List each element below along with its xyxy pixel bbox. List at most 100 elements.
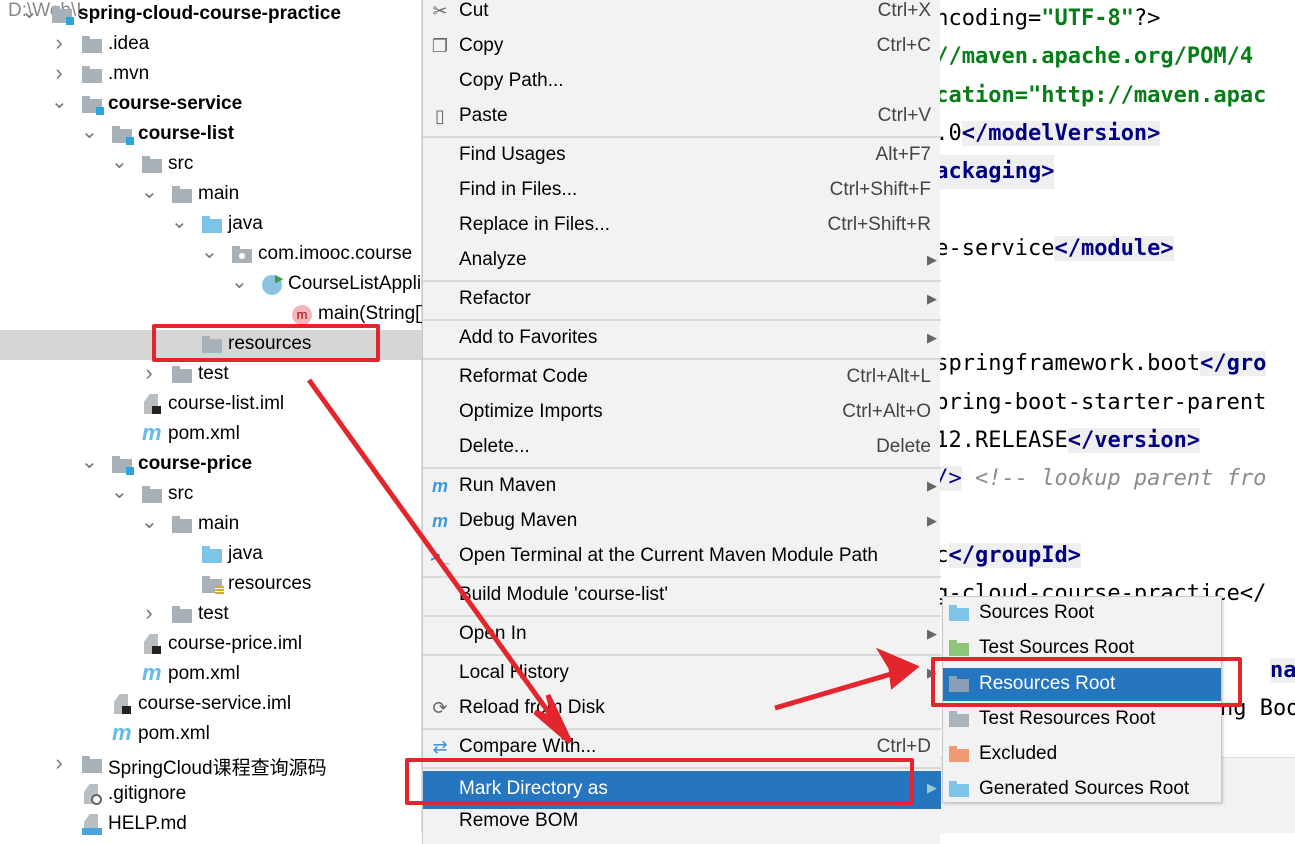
method-icon: m xyxy=(292,305,314,325)
tree-item[interactable]: course-list.iml xyxy=(0,390,422,420)
tree-item[interactable]: › .mvn xyxy=(0,60,422,90)
menu-item-shortcut: Ctrl+V xyxy=(877,105,931,126)
tree-item[interactable]: m pom.xml xyxy=(0,420,422,450)
tree-item[interactable]: ⌄ src xyxy=(0,480,422,510)
menu-item-paste[interactable]: ▯ Paste Ctrl+V xyxy=(423,99,941,134)
menu-item-optimize-imports[interactable]: Optimize Imports Ctrl+Alt+O xyxy=(423,395,941,430)
menu-item-label: Copy xyxy=(459,35,504,56)
menu-item-shortcut: Ctrl+Alt+L xyxy=(846,366,931,387)
submenu-item-label: Test Resources Root xyxy=(979,708,1156,729)
chevron-down-icon[interactable]: ⌄ xyxy=(141,180,158,204)
code-text: spring-boot-starter-parent xyxy=(940,390,1267,415)
code-text: encoding= xyxy=(940,6,1042,31)
tree-item[interactable]: › .idea xyxy=(0,30,422,60)
tree-item[interactable]: ⌄ main xyxy=(0,510,422,540)
iml-file-icon xyxy=(112,694,134,714)
chevron-down-icon[interactable]: ⌄ xyxy=(111,480,128,504)
chevron-down-icon[interactable]: ⌄ xyxy=(171,210,188,234)
tree-item[interactable]: › test xyxy=(0,600,422,630)
menu-item-find-usages[interactable]: Find Usages Alt+F7 xyxy=(423,138,941,173)
menu-item-build-module-course-list[interactable]: Build Module 'course-list' xyxy=(423,578,941,613)
menu-item-open-terminal-at-the-current-maven-module-path[interactable]: >_ Open Terminal at the Current Maven Mod… xyxy=(423,539,941,574)
submenu-item-label: Excluded xyxy=(979,743,1058,764)
menu-item-debug-maven[interactable]: m Debug Maven ▶ xyxy=(423,504,941,539)
submenu-arrow-icon: ▶ xyxy=(927,513,937,528)
submenu-arrow-icon: ▶ xyxy=(927,626,937,641)
submenu-arrow-icon: ▶ xyxy=(927,780,937,795)
module-folder-icon xyxy=(112,126,134,145)
menu-item-run-maven[interactable]: m Run Maven ▶ xyxy=(423,469,941,504)
menu-item-local-history[interactable]: Local History ▶ xyxy=(423,656,941,691)
chevron-right-icon[interactable]: › xyxy=(51,30,67,56)
tree-item[interactable]: ⌄ com.imooc.course xyxy=(0,240,422,270)
menu-item-refactor[interactable]: Refactor ▶ xyxy=(423,282,941,317)
submenu-item-excluded[interactable]: Excluded xyxy=(943,738,1221,771)
tree-item[interactable]: m pom.xml xyxy=(0,660,422,690)
tree-item[interactable]: m pom.xml xyxy=(0,720,422,750)
menu-item-reload-from-disk[interactable]: ⟳ Reload from Disk xyxy=(423,691,941,726)
gitignore-file-icon xyxy=(82,784,104,805)
tree-item[interactable]: resources xyxy=(0,570,422,600)
chevron-down-icon[interactable]: ⌄ xyxy=(201,240,218,264)
resources-folder-icon xyxy=(202,576,224,594)
chevron-right-icon[interactable]: › xyxy=(141,600,157,626)
paste-icon: ▯ xyxy=(435,106,445,126)
menu-item-label: Add to Favorites xyxy=(459,327,598,348)
tree-item[interactable]: ⌄ main xyxy=(0,180,422,210)
tree-item[interactable]: java xyxy=(0,540,422,570)
code-string: "UTF-8" xyxy=(1041,6,1134,31)
tree-item[interactable]: ⌄ course-price xyxy=(0,450,422,480)
menu-item-remove-bom[interactable]: Remove BOM xyxy=(423,804,941,839)
tree-item[interactable]: course-service.iml xyxy=(0,690,422,720)
tree-item[interactable]: › SpringCloud课程查询源码 xyxy=(0,750,422,780)
tree-item[interactable]: ⌄ course-list xyxy=(0,120,422,150)
tree-item[interactable]: ⌄ spring-cloud-course-practice D:\Web\I xyxy=(0,0,422,30)
tree-item[interactable]: ⌄ java xyxy=(0,210,422,240)
chevron-right-icon[interactable]: › xyxy=(51,750,67,776)
tree-item[interactable]: ⌄ src xyxy=(0,150,422,180)
tree-item[interactable]: course-price.iml xyxy=(0,630,422,660)
chevron-down-icon[interactable]: ⌄ xyxy=(21,0,38,24)
tree-item-label: src xyxy=(168,153,194,174)
menu-item-label: Cut xyxy=(459,0,489,21)
menu-item-analyze[interactable]: Analyze ▶ xyxy=(423,243,941,278)
menu-item-copy-path[interactable]: Copy Path... xyxy=(423,64,941,99)
chevron-down-icon[interactable]: ⌄ xyxy=(81,120,98,144)
tree-item[interactable]: ⌄ ▶CourseListApplica xyxy=(0,270,422,300)
chevron-down-icon[interactable]: ⌄ xyxy=(51,90,68,114)
menu-item-reformat-code[interactable]: Reformat Code Ctrl+Alt+L xyxy=(423,360,941,395)
tree-item[interactable]: ⌄ course-service xyxy=(0,90,422,120)
submenu-item-generated-sources-root[interactable]: Generated Sources Root xyxy=(943,773,1221,806)
chevron-right-icon[interactable]: › xyxy=(141,360,157,386)
tree-item-label: course-price xyxy=(138,453,253,474)
code-text: ?> xyxy=(1133,6,1161,31)
copy-icon: ❐ xyxy=(431,36,449,56)
tree-item[interactable]: HELP.md xyxy=(0,810,422,840)
menu-item-find-in-files[interactable]: Find in Files... Ctrl+Shift+F xyxy=(423,173,941,208)
folder-icon xyxy=(949,640,971,656)
code-text: .12.RELEASE xyxy=(940,428,1068,453)
menu-item-cut[interactable]: ✂ Cut Ctrl+X xyxy=(423,0,941,29)
context-menu: ✂ Cut Ctrl+X ❐ Copy Ctrl+C Copy Path... ▯ Paste C… xyxy=(422,0,941,844)
chevron-right-icon[interactable]: › xyxy=(51,60,67,86)
tree-item-label: test xyxy=(198,603,229,624)
menu-item-replace-in-files[interactable]: Replace in Files... Ctrl+Shift+R xyxy=(423,208,941,243)
menu-item-delete[interactable]: Delete... Delete xyxy=(423,430,941,465)
tree-item-label: test xyxy=(198,363,229,384)
folder-icon xyxy=(82,756,104,774)
menu-item-copy[interactable]: ❐ Copy Ctrl+C xyxy=(423,29,941,64)
tree-item[interactable]: › test xyxy=(0,360,422,390)
submenu-item-test-resources-root[interactable]: Test Resources Root xyxy=(943,703,1221,736)
chevron-down-icon[interactable]: ⌄ xyxy=(141,510,158,534)
tree-item[interactable]: .gitignore xyxy=(0,780,422,810)
menu-item-label: Analyze xyxy=(459,249,527,270)
chevron-down-icon[interactable]: ⌄ xyxy=(231,270,248,294)
submenu-item-sources-root[interactable]: Sources Root xyxy=(943,597,1221,630)
menu-item-label: Paste xyxy=(459,105,508,126)
menu-item-open-in[interactable]: Open In ▶ xyxy=(423,617,941,652)
chevron-down-icon[interactable]: ⌄ xyxy=(81,450,98,474)
tree-item-label: SpringCloud课程查询源码 xyxy=(108,758,327,779)
chevron-down-icon[interactable]: ⌄ xyxy=(111,150,128,174)
submenu-item-label: Test Sources Root xyxy=(979,637,1135,658)
menu-item-add-to-favorites[interactable]: Add to Favorites ▶ xyxy=(423,321,941,356)
